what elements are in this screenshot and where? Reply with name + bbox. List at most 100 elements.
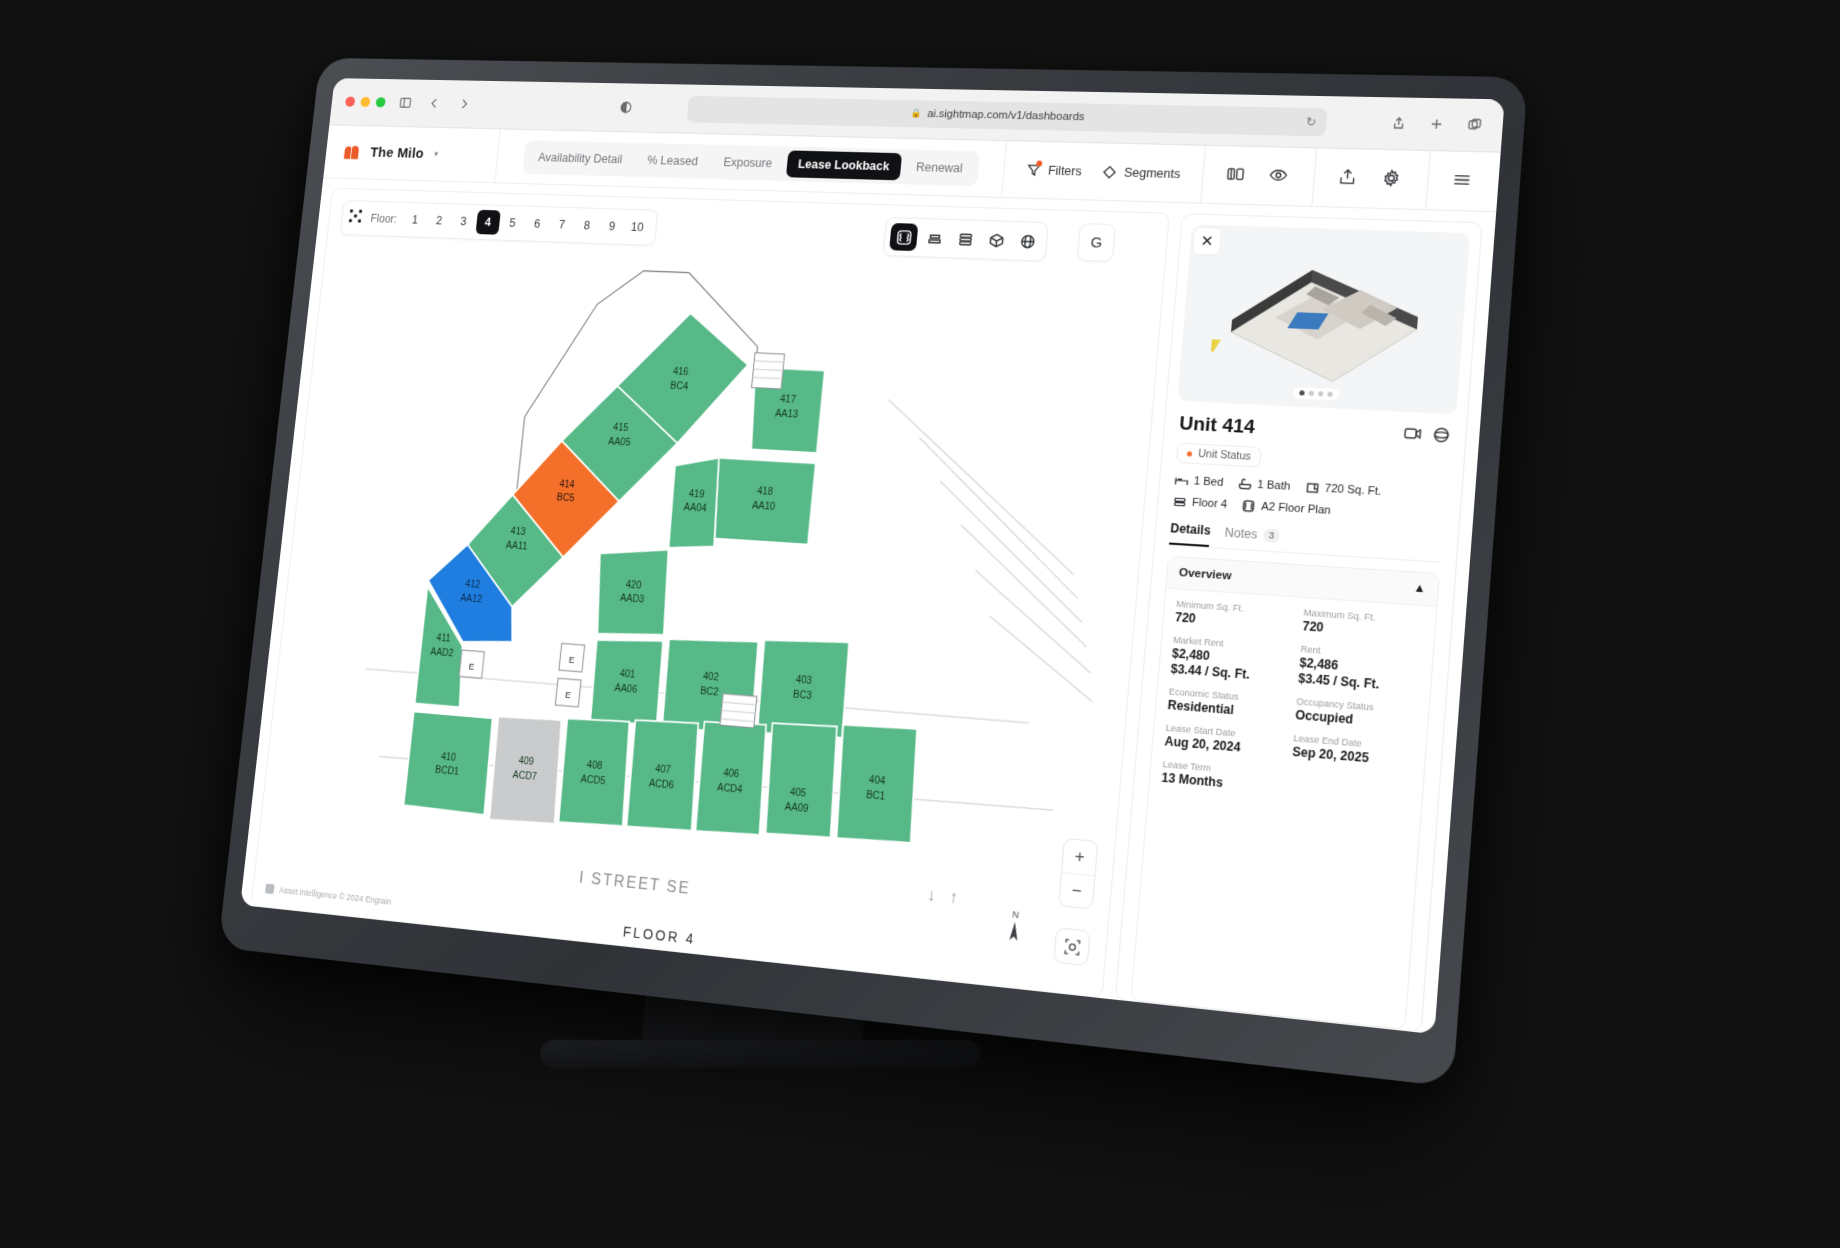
svg-text:411: 411 (436, 633, 451, 645)
floorplan-map[interactable]: Floor: 1 2 3 4 5 6 7 8 9 10 G 416 BC4 41… (250, 188, 1170, 999)
stack-2d-icon[interactable] (920, 224, 949, 252)
recenter-icon[interactable] (1053, 927, 1091, 966)
field-label: Market Rent (1173, 635, 1291, 654)
tab-overview-icon[interactable] (1462, 113, 1487, 136)
meta-area-label: 720 Sq. Ft. (1324, 482, 1382, 498)
filters-button[interactable]: Filters (1025, 162, 1082, 179)
elevator-marker: E (459, 650, 484, 678)
compass: N (1006, 909, 1023, 949)
field-economic-status: Economic Status Residential (1167, 686, 1286, 722)
settings-gear-icon[interactable] (1380, 168, 1405, 191)
unit-406[interactable]: 406 ACD4 (694, 720, 771, 837)
floor-button-6[interactable]: 6 (524, 211, 550, 236)
status-badge: Unit Status (1176, 443, 1262, 468)
tab-details[interactable]: Details (1169, 521, 1211, 547)
tab-exposure[interactable]: Exposure (711, 148, 784, 177)
svg-text:405: 405 (789, 787, 807, 800)
minimize-window-button[interactable] (360, 97, 370, 107)
google-view-button[interactable]: G (1077, 223, 1116, 262)
chevron-right-icon[interactable] (453, 94, 474, 115)
unit-418[interactable]: 418 AA10 (711, 458, 816, 545)
dot-1[interactable] (1299, 390, 1305, 395)
tab-availability-detail[interactable]: Availability Detail (526, 144, 634, 173)
floor-button-8[interactable]: 8 (574, 213, 600, 238)
plus-icon[interactable] (1424, 113, 1449, 136)
unit-408[interactable]: 408 ACD5 (557, 716, 634, 828)
tab-renewal[interactable]: Renewal (903, 153, 975, 182)
reload-icon[interactable]: ↻ (1305, 114, 1316, 128)
field-lease-start-date: Lease Start Date Aug 20, 2024 (1164, 723, 1283, 760)
close-window-button[interactable] (345, 96, 355, 106)
globe-icon[interactable] (1012, 227, 1042, 256)
floor-button-3[interactable]: 3 (451, 209, 476, 234)
expand-grid-icon[interactable] (347, 208, 366, 227)
svg-text:AA06: AA06 (614, 683, 638, 696)
field-label: Lease Start Date (1165, 723, 1283, 743)
property-selector[interactable]: The Milo ▾ (323, 125, 501, 182)
dot-2[interactable] (1309, 391, 1315, 396)
unit-410[interactable]: 410 BCD1 (403, 712, 494, 815)
tab-notes[interactable]: Notes 3 (1224, 525, 1280, 550)
sidebar-toggle-icon[interactable] (394, 92, 415, 113)
main-content: Floor: 1 2 3 4 5 6 7 8 9 10 G 416 BC4 41… (240, 178, 1496, 1034)
unit-409[interactable]: 409 ACD7 (487, 715, 565, 826)
status-label: Unit Status (1198, 448, 1252, 463)
panel-tabs: Details Notes 3 (1169, 521, 1443, 563)
meta-plan: A2 Floor Plan (1241, 498, 1331, 518)
overview-header[interactable]: Overview ▲ (1166, 557, 1439, 607)
window-controls[interactable] (345, 96, 386, 107)
stack-layers-icon[interactable] (950, 225, 980, 253)
address-bar[interactable]: 🔒 ai.sightmap.com/v1/dashboards ↻ (686, 95, 1327, 136)
floor-button-5[interactable]: 5 (500, 211, 525, 236)
dot-3[interactable] (1318, 391, 1324, 396)
floor-button-10[interactable]: 10 (624, 215, 650, 240)
eye-icon[interactable] (1268, 165, 1292, 188)
chevron-up-icon[interactable]: ▲ (1413, 582, 1426, 595)
chevron-left-icon[interactable] (424, 93, 445, 114)
360-view-icon[interactable] (1431, 426, 1451, 450)
zoom-in-button[interactable]: + (1062, 839, 1097, 875)
svg-text:406: 406 (723, 768, 740, 781)
field-label: Minimum Sq. Ft. (1176, 599, 1294, 617)
floor-icon (1172, 494, 1187, 509)
unit-419[interactable]: 419 AA04 (667, 456, 723, 551)
dot-4[interactable] (1327, 392, 1333, 397)
tab-percent-leased[interactable]: % Leased (635, 146, 710, 174)
share-icon[interactable] (1386, 112, 1411, 135)
svg-text:BC1: BC1 (866, 789, 886, 802)
floor-button-7[interactable]: 7 (549, 212, 575, 237)
meta-plan-label: A2 Floor Plan (1261, 501, 1331, 517)
menu-icon[interactable] (1451, 169, 1476, 192)
svg-text:BCD1: BCD1 (434, 765, 459, 778)
maximize-window-button[interactable] (375, 97, 385, 107)
close-icon[interactable]: ✕ (1192, 227, 1223, 256)
segments-button[interactable]: Segments (1101, 164, 1181, 182)
lock-icon: 🔒 (910, 108, 922, 119)
preview-pagination-dots[interactable] (1293, 387, 1340, 400)
unit-403[interactable]: 403 BC3 (755, 636, 851, 740)
unit-3d-preview[interactable] (1177, 225, 1470, 415)
cube-3d-icon[interactable] (981, 226, 1011, 254)
video-tour-icon[interactable] (1403, 424, 1423, 448)
unit-401[interactable]: 401 AA06 (588, 636, 665, 728)
svg-text:409: 409 (518, 756, 534, 768)
zoom-out-button[interactable]: − (1059, 872, 1094, 908)
unit-420[interactable]: 420 AAD3 (592, 545, 673, 638)
chevron-down-icon[interactable]: ▾ (434, 149, 439, 159)
floorplan-grid-icon[interactable] (889, 223, 918, 251)
unit-404[interactable]: 404 BC1 (833, 723, 922, 845)
filter-tools: Filters Segments (1001, 141, 1205, 203)
tab-lease-lookback[interactable]: Lease Lookback (786, 150, 903, 180)
unit-407[interactable]: 407 ACD6 (625, 718, 703, 833)
svg-text:ACD6: ACD6 (648, 778, 674, 791)
floor-button-9[interactable]: 9 (599, 214, 625, 239)
upload-icon[interactable] (1337, 167, 1362, 190)
privacy-shield-icon[interactable] (615, 97, 637, 118)
floor-button-4[interactable]: 4 (475, 210, 500, 235)
floor-button-2[interactable]: 2 (427, 208, 452, 233)
compare-icon[interactable] (1225, 164, 1249, 187)
tab-details-label: Details (1170, 521, 1211, 538)
unit-405[interactable]: 405 AA09 (762, 721, 841, 839)
floor-button-1[interactable]: 1 (402, 207, 427, 232)
floorplan-svg[interactable]: 416 BC4 415 AA05 414 BC5 413 AA11 412 AA… (251, 189, 1169, 998)
